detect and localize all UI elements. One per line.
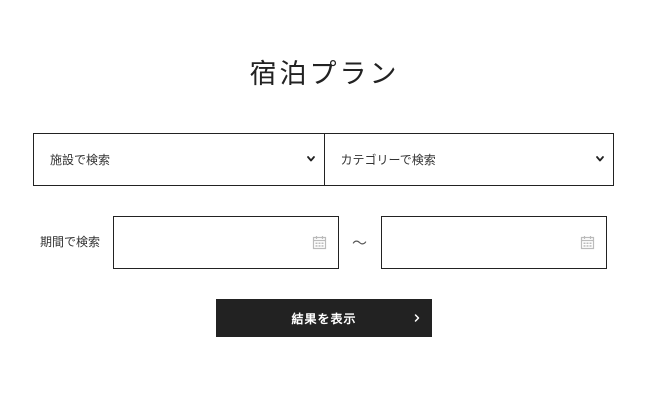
- chevron-right-icon: [413, 313, 421, 323]
- page-title: 宿泊プラン: [249, 59, 400, 90]
- calendar-icon[interactable]: [312, 235, 327, 250]
- show-results-button[interactable]: 結果を表示: [216, 299, 432, 337]
- chevron-down-icon: [306, 154, 316, 164]
- category-select[interactable]: カテゴリーで検索: [323, 134, 614, 185]
- facility-select-label: 施設で検索: [50, 153, 111, 167]
- period-label: 期間で検索: [40, 235, 101, 249]
- facility-select[interactable]: 施設で検索: [34, 134, 324, 185]
- start-date-input[interactable]: [113, 216, 339, 269]
- calendar-icon[interactable]: [580, 235, 595, 250]
- show-results-label: 結果を表示: [291, 311, 357, 326]
- date-range-separator: ～: [352, 234, 368, 252]
- end-date-input[interactable]: [381, 216, 607, 269]
- category-select-label: カテゴリーで検索: [340, 153, 436, 167]
- search-select-row: 施設で検索 カテゴリーで検索: [33, 133, 614, 186]
- chevron-down-icon: [595, 154, 605, 164]
